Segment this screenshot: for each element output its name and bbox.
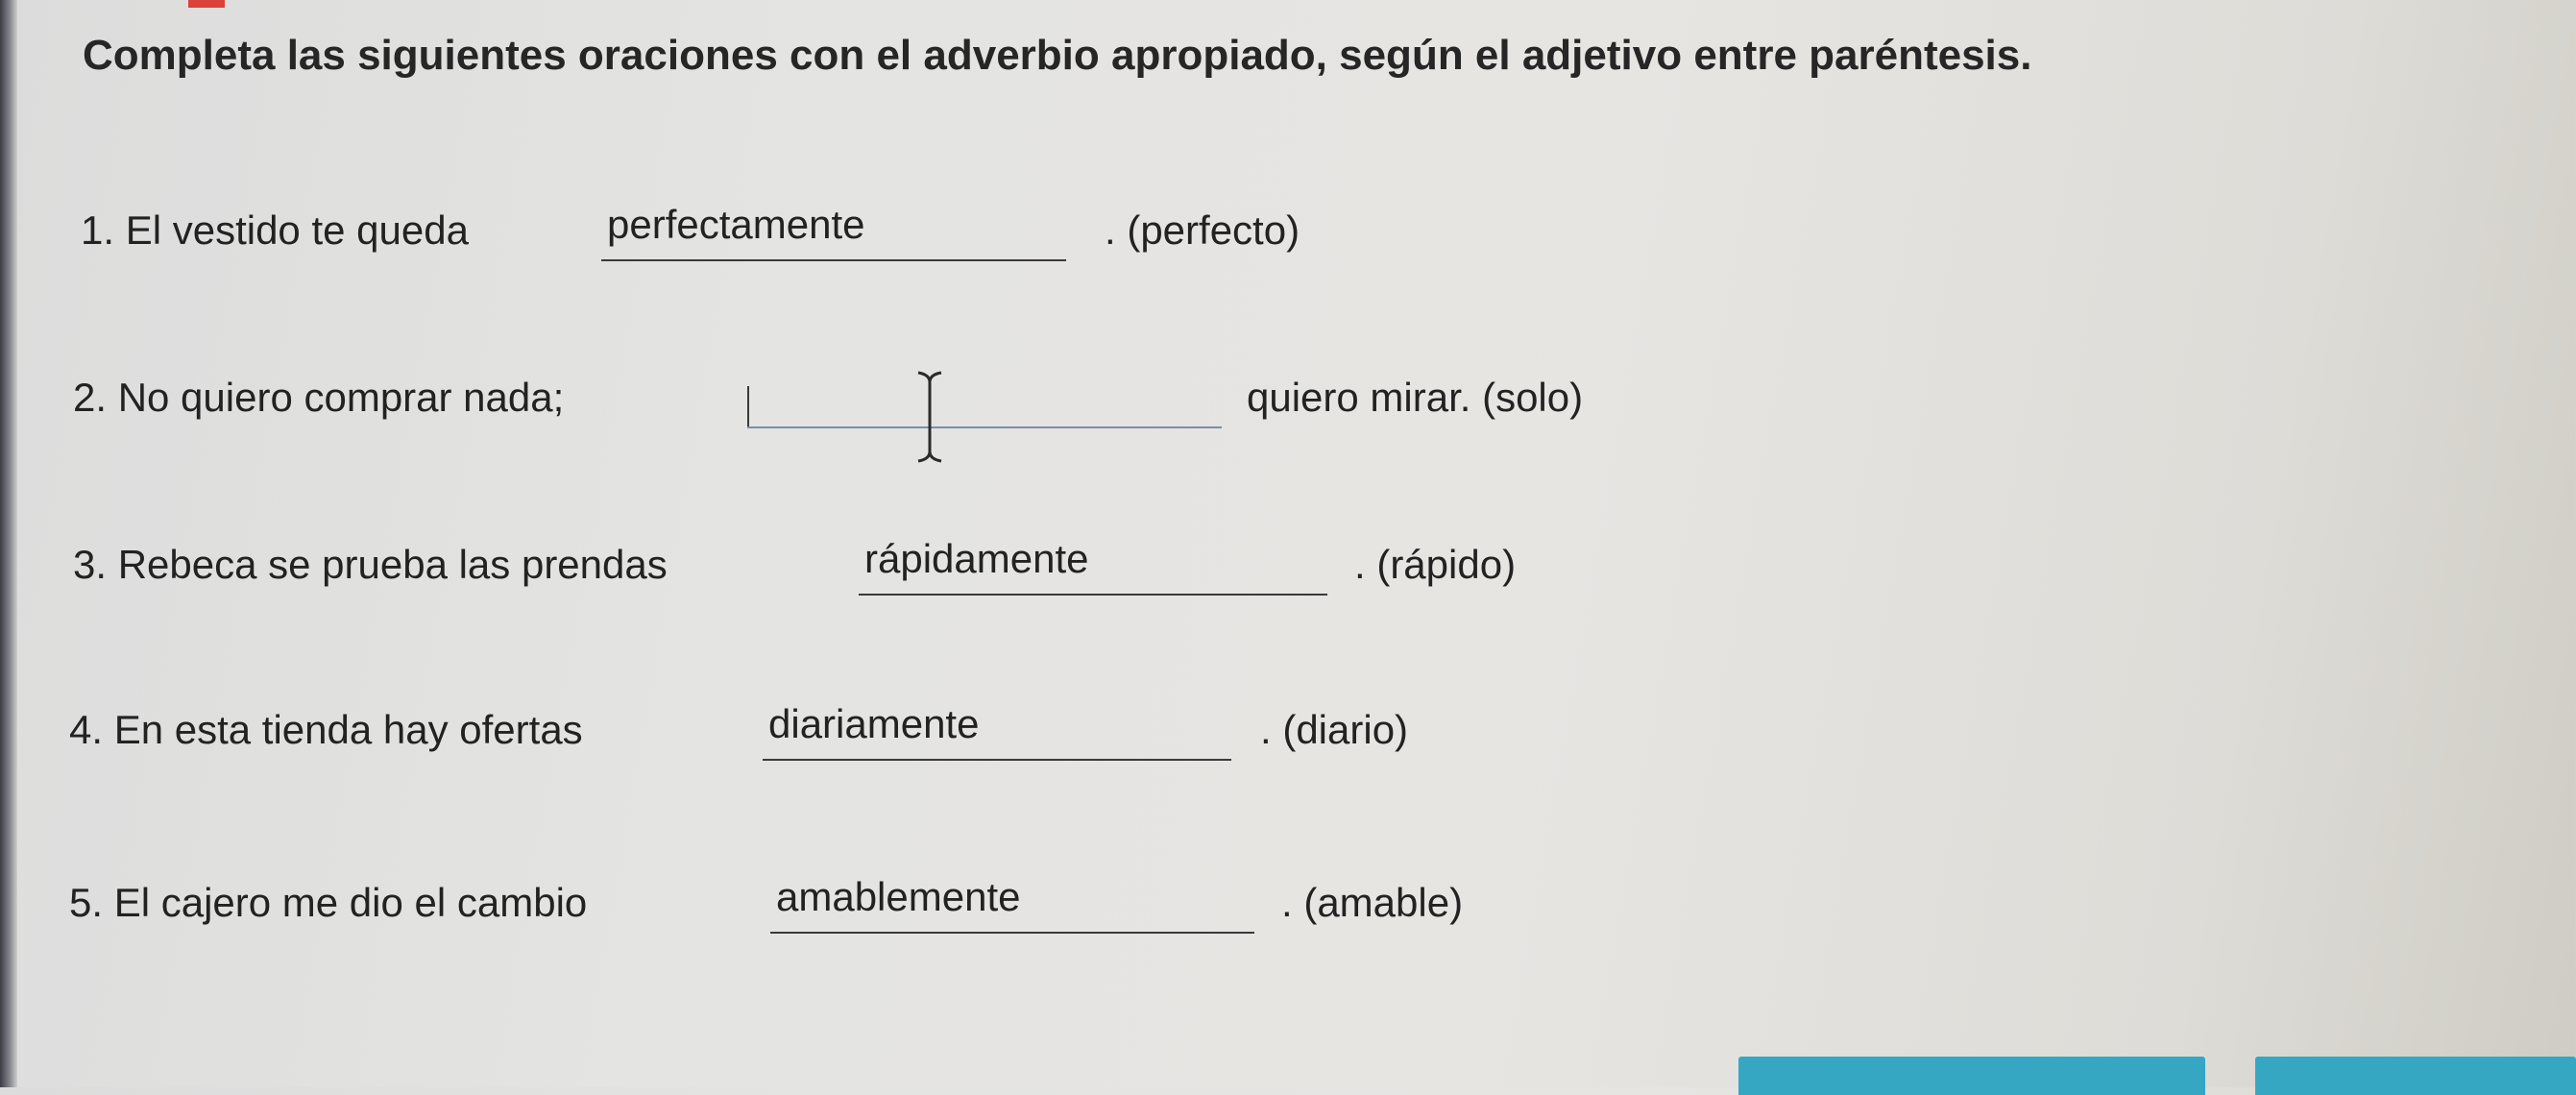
item-3-hint: . (rápido) [1354, 542, 1517, 587]
exercise-item-1: 1. El vestido te queda perfectamente . (… [81, 202, 1425, 263]
exercise-item-5: 5. El cajero me dio el cambio amablement… [69, 874, 1798, 936]
action-button-primary[interactable] [1738, 1057, 2205, 1095]
answer-field-2[interactable] [747, 371, 1222, 463]
answer-5-value: amablemente [776, 874, 1021, 919]
answer-field-1[interactable]: perfectamente [601, 202, 1066, 261]
field-left-edge [747, 386, 749, 426]
exercise-instructions: Completa las siguientes oraciones con el… [83, 32, 2032, 79]
answer-field-4[interactable]: diariamente [763, 701, 1231, 761]
answer-4-value: diariamente [768, 701, 980, 746]
item-5-hint: . (amable) [1281, 880, 1464, 925]
item-4-prompt: 4. En esta tienda hay ofertas [69, 707, 583, 752]
item-1-hint: . (perfecto) [1105, 207, 1300, 253]
item-1-prompt: 1. El vestido te queda [81, 207, 469, 253]
item-5-prompt: 5. El cajero me dio el cambio [69, 880, 588, 925]
top-accent-mark [188, 0, 225, 8]
text-cursor-icon [917, 371, 942, 463]
screen-bezel [0, 0, 17, 1087]
answer-3-value: rápidamente [864, 536, 1089, 581]
exercise-item-2: 2. No quiero comprar nada; quiero mirar.… [73, 371, 1802, 478]
exercise-item-4: 4. En esta tienda hay ofertas diariament… [69, 701, 1798, 763]
item-4-hint: . (diario) [1260, 707, 1409, 752]
exercise-item-3: 3. Rebeca se prueba las prendas rápidame… [73, 536, 1802, 597]
answer-field-5[interactable]: amablemente [770, 874, 1254, 934]
item-2-hint: quiero mirar. (solo) [1247, 375, 1584, 420]
item-3-prompt: 3. Rebeca se prueba las prendas [73, 542, 668, 587]
answer-1-value: perfectamente [607, 202, 865, 247]
action-button-secondary[interactable] [2255, 1057, 2576, 1095]
item-2-prompt: 2. No quiero comprar nada; [73, 375, 565, 420]
answer-field-3[interactable]: rápidamente [859, 536, 1327, 596]
